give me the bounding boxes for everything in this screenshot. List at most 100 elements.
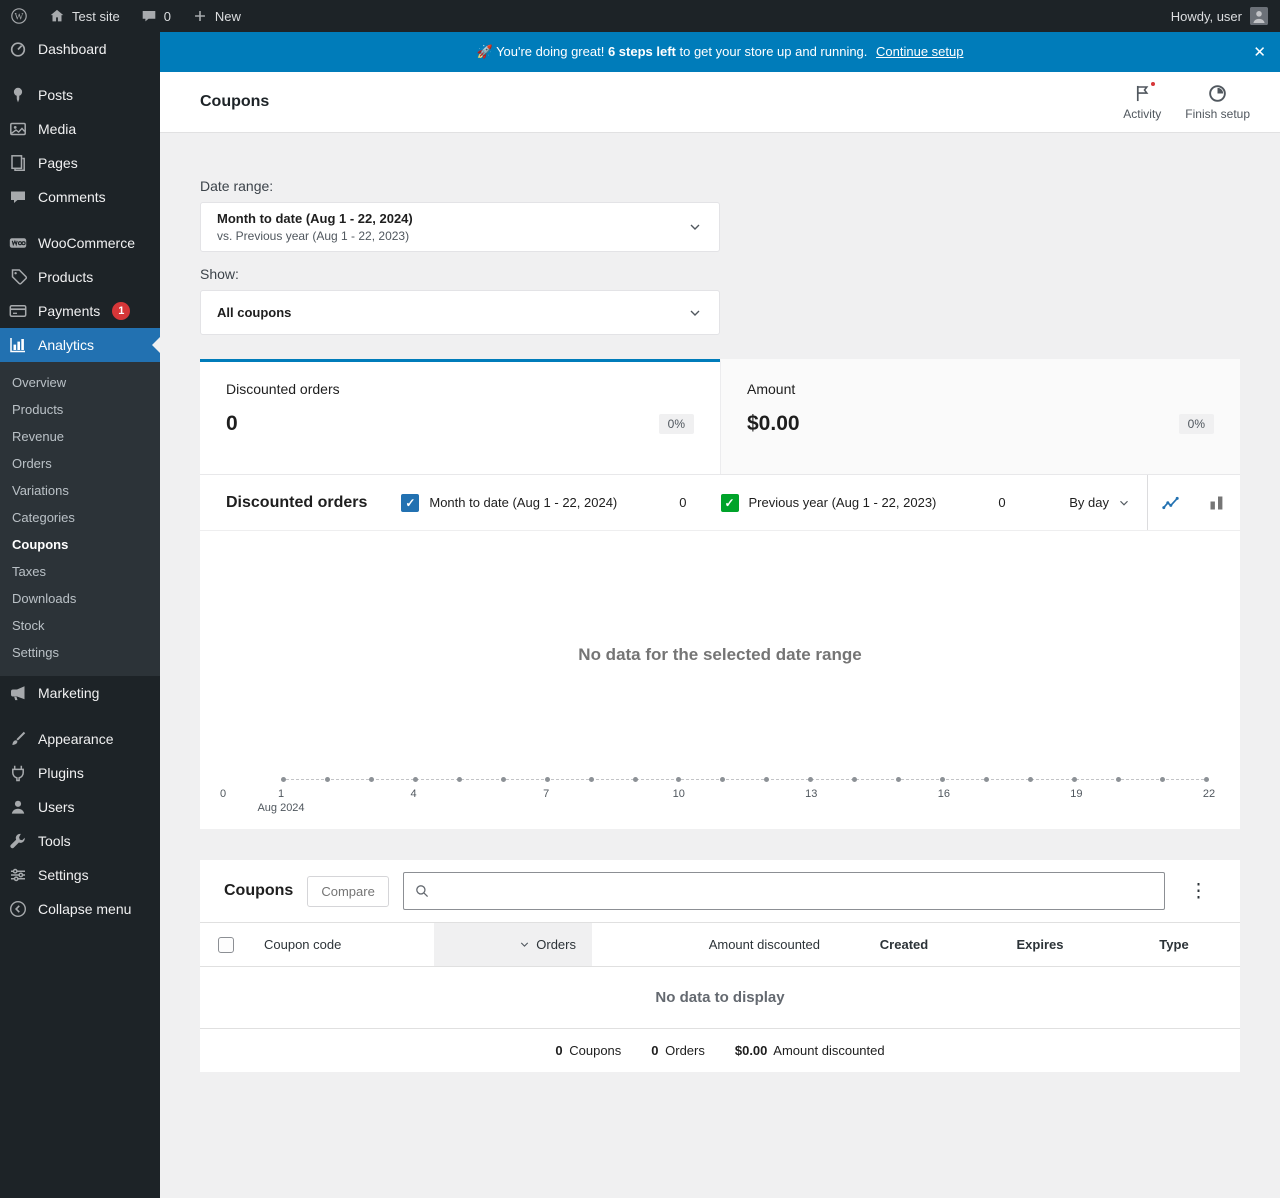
summary-card-discounted-orders[interactable]: Discounted orders 0 0%	[200, 359, 720, 474]
submenu-item-orders[interactable]: Orders	[0, 450, 160, 477]
sidebar-item-appearance[interactable]: Appearance	[0, 722, 160, 756]
marketing-icon	[11, 686, 25, 701]
sidebar-item-comments[interactable]: Comments	[0, 180, 160, 214]
finish-setup-label: Finish setup	[1185, 107, 1250, 121]
legend-item-1[interactable]: ✓ Previous year (Aug 1 - 22, 2023) 0	[720, 493, 1006, 512]
sidebar-item-posts[interactable]: Posts	[0, 78, 160, 112]
submenu-item-downloads[interactable]: Downloads	[0, 585, 160, 612]
chart-body: No data for the selected date range 0 1 4…	[200, 531, 1240, 829]
data-point	[940, 777, 946, 782]
x-tick-label: 7	[543, 788, 550, 800]
plus-icon	[194, 11, 205, 21]
submenu-item-settings[interactable]: Settings	[0, 639, 160, 666]
submenu-item-categories[interactable]: Categories	[0, 504, 160, 531]
column-header-type[interactable]: Type	[1108, 922, 1240, 967]
banner-close-icon[interactable]: ✕	[1253, 32, 1266, 72]
submenu-item-overview[interactable]: Overview	[0, 369, 160, 396]
sidebar-item-label: Collapse menu	[38, 901, 132, 917]
coupons-filter-select[interactable]: All coupons	[200, 290, 720, 335]
data-point	[984, 777, 989, 782]
chevron-down-icon	[690, 224, 700, 230]
select-all-checkbox[interactable]	[218, 936, 234, 953]
x-tick-label: 19	[1070, 788, 1083, 800]
summary-stat-orders: 0 Orders	[651, 1043, 705, 1058]
setup-banner: 🚀 You're doing great! 6 steps left to ge…	[160, 32, 1280, 72]
column-header-expires[interactable]: Expires	[972, 922, 1108, 967]
comment-bubble-icon	[142, 11, 155, 22]
activity-button[interactable]: Activity	[1111, 79, 1173, 125]
sidebar-item-woocommerce[interactable]: WooCommerce	[0, 226, 160, 260]
chart-header: Discounted orders ✓ Month to date (Aug 1 …	[200, 475, 1240, 531]
data-point	[852, 777, 858, 782]
sidebar-item-dashboard[interactable]: Dashboard	[0, 32, 160, 66]
activity-label: Activity	[1123, 107, 1162, 121]
line-chart-button[interactable]	[1148, 475, 1194, 530]
collapse-menu-button[interactable]: Collapse menu	[0, 892, 160, 926]
sidebar-item-users[interactable]: Users	[0, 790, 160, 824]
date-range-compare: vs. Previous year (Aug 1 - 22, 2023)	[217, 229, 410, 243]
date-range-select[interactable]: Month to date (Aug 1 - 22, 2024) vs. Pre…	[200, 202, 720, 252]
summary-card-delta-badge: 0%	[1178, 414, 1214, 434]
admin-bar-comments[interactable]: 0	[130, 0, 181, 32]
search-input[interactable]	[437, 883, 1154, 899]
legend-label: Previous year (Aug 1 - 22, 2023)	[748, 495, 937, 510]
x-tick-label: 16	[937, 788, 950, 800]
sidebar-item-label: Marketing	[38, 685, 100, 701]
sidebar-item-payments[interactable]: Payments 1	[0, 294, 160, 328]
analytics-icon	[10, 338, 25, 353]
banner-suffix: to get your store up and running.	[679, 44, 868, 59]
submenu-item-stock[interactable]: Stock	[0, 612, 160, 639]
bar-chart-button[interactable]	[1194, 475, 1240, 530]
wp-logo-menu[interactable]: W	[0, 0, 38, 32]
plugins-icon	[12, 765, 24, 782]
column-header-amount-discounted[interactable]: Amount discounted	[592, 922, 836, 967]
legend-checkbox[interactable]: ✓	[720, 493, 739, 512]
sidebar-item-products[interactable]: Products	[0, 260, 160, 294]
submenu-item-taxes[interactable]: Taxes	[0, 558, 160, 585]
x-tick-label: 13	[805, 788, 818, 800]
tools-icon	[10, 833, 25, 849]
admin-bar-site-name[interactable]: Test site	[38, 0, 130, 32]
submenu-item-variations[interactable]: Variations	[0, 477, 160, 504]
submenu-item-revenue[interactable]: Revenue	[0, 423, 160, 450]
comments-icon	[11, 191, 25, 203]
svg-text:W: W	[15, 12, 24, 22]
sidebar-item-media[interactable]: Media	[0, 112, 160, 146]
data-point	[676, 777, 682, 782]
continue-setup-link[interactable]: Continue setup	[876, 44, 963, 59]
sidebar-item-label: WooCommerce	[38, 235, 135, 251]
summary-card-amount[interactable]: Amount $0.00 0%	[720, 359, 1240, 474]
data-point	[720, 777, 726, 782]
submenu-item-products[interactable]: Products	[0, 396, 160, 423]
data-point	[1203, 777, 1209, 782]
admin-bar-account[interactable]: Howdy, user	[1159, 7, 1280, 25]
data-point	[368, 777, 374, 782]
sidebar-item-settings[interactable]: Settings	[0, 858, 160, 892]
sidebar-item-pages[interactable]: Pages	[0, 146, 160, 180]
legend-checkbox[interactable]: ✓	[401, 493, 420, 512]
legend-item-0[interactable]: ✓ Month to date (Aug 1 - 22, 2024) 0	[401, 493, 687, 512]
sidebar-item-label: Payments	[38, 303, 101, 319]
chart-title: Discounted orders	[226, 493, 368, 511]
compare-button[interactable]: Compare	[307, 875, 389, 907]
sidebar-item-tools[interactable]: Tools	[0, 824, 160, 858]
column-header-created[interactable]: Created	[836, 922, 972, 967]
sidebar-item-marketing[interactable]: Marketing	[0, 676, 160, 710]
data-point	[1071, 777, 1077, 782]
x-tick-label: 1	[277, 788, 285, 800]
admin-bar-new[interactable]: New	[181, 0, 251, 32]
sidebar-item-label: Tools	[38, 833, 71, 849]
finish-setup-button[interactable]: Finish setup	[1173, 79, 1262, 125]
ellipsis-menu-icon[interactable]: ⋮	[1181, 880, 1216, 903]
summary-card-value: 0	[226, 412, 238, 435]
sidebar-item-label: Media	[38, 121, 77, 137]
interval-select[interactable]: By day	[1053, 495, 1147, 510]
column-header-orders[interactable]: Orders	[434, 922, 592, 967]
submenu-item-coupons[interactable]: Coupons	[0, 531, 160, 558]
payments-icon	[9, 305, 27, 317]
sidebar-item-label: Comments	[38, 189, 106, 205]
column-header-coupon-code[interactable]: Coupon code	[248, 922, 434, 967]
sidebar-item-plugins[interactable]: Plugins	[0, 756, 160, 790]
sidebar-item-analytics[interactable]: Analytics	[0, 328, 160, 362]
main-area: 🚀 You're doing great! 6 steps left to ge…	[160, 32, 1280, 1198]
